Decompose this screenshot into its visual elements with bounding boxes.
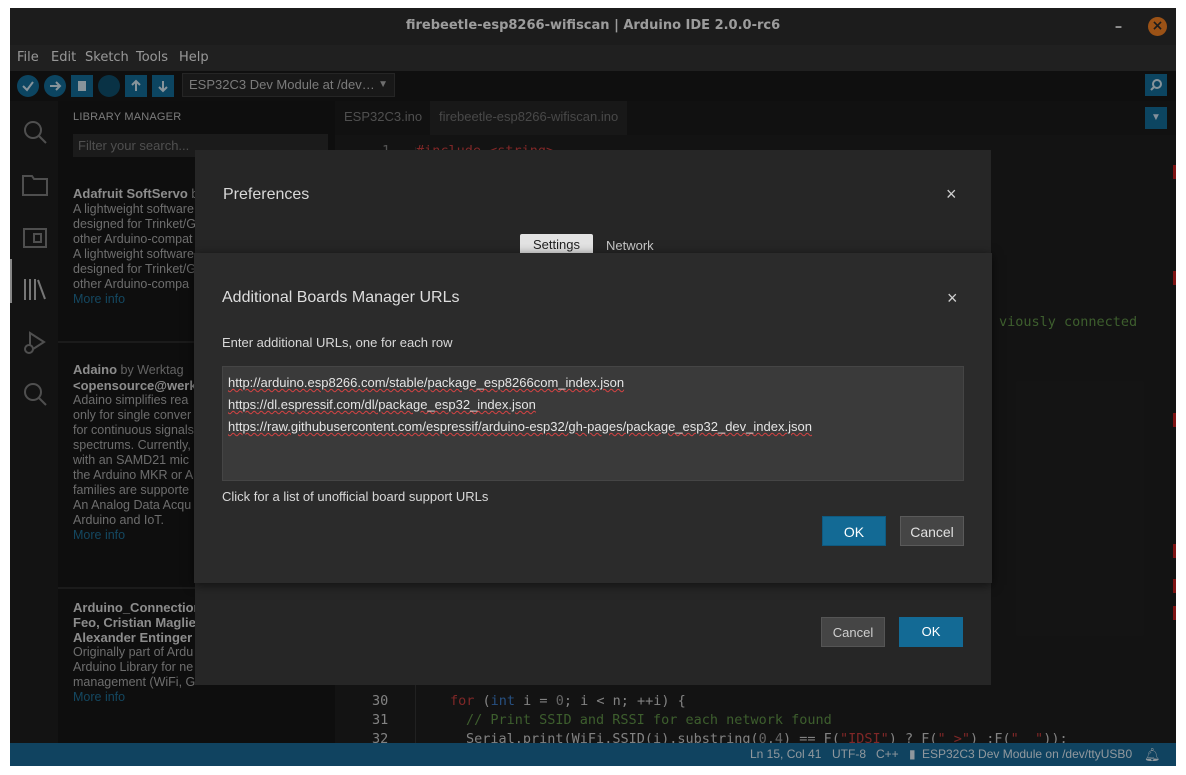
dialog-title: Additional Boards Manager URLs [222,289,460,306]
url-line: http://arduino.esp8266.com/stable/packag… [228,375,625,390]
ok-button[interactable]: OK [822,516,886,546]
unofficial-urls-link[interactable]: Click for a list of unofficial board sup… [222,489,488,504]
close-icon[interactable]: × [947,289,958,307]
tab-network[interactable]: Network [606,238,654,253]
urls-textarea[interactable]: http://arduino.esp8266.com/stable/packag… [222,366,964,481]
dialog-description: Enter additional URLs, one for each row [222,335,453,350]
preferences-title: Preferences [223,186,310,203]
url-line: https://dl.espressif.com/dl/package_esp3… [228,397,536,412]
url-line: https://raw.githubusercontent.com/espres… [228,419,812,434]
app-window: firebeetle-esp8266-wifiscan | Arduino ID… [10,8,1176,766]
ok-button[interactable]: OK [899,617,963,647]
boards-urls-dialog: Additional Boards Manager URLs × Enter a… [194,253,992,583]
cancel-button[interactable]: Cancel [900,516,964,546]
cancel-button[interactable]: Cancel [821,617,885,647]
close-icon[interactable]: × [946,185,957,203]
